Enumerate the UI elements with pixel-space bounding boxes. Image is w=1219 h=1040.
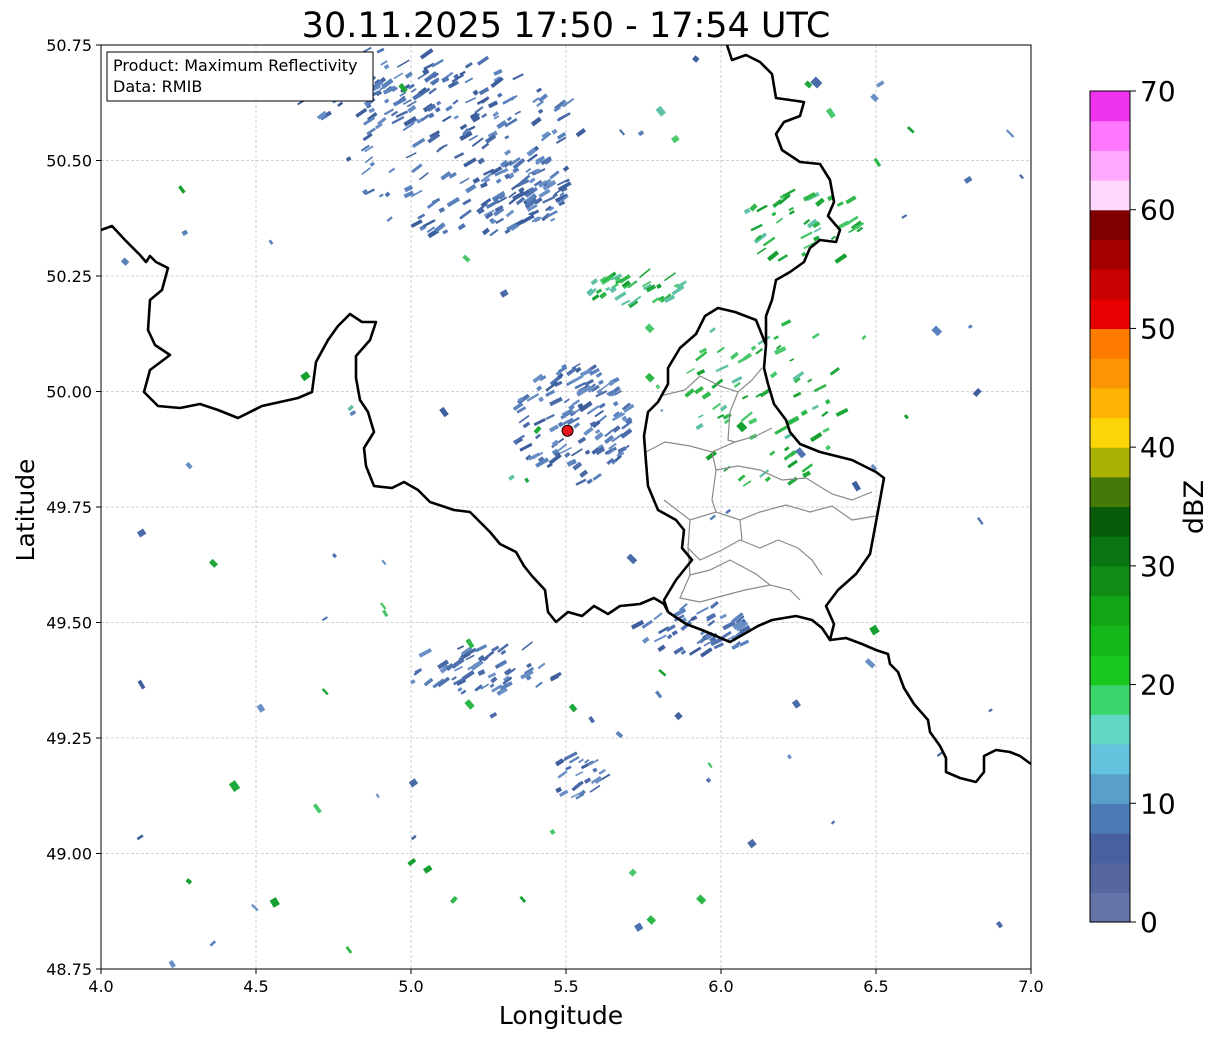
radar-site-marker bbox=[561, 424, 574, 437]
colorbar-tick-label: 30 bbox=[1140, 550, 1176, 583]
colorbar-label: dBZ bbox=[1179, 480, 1210, 534]
colorbar-segment bbox=[1090, 447, 1130, 478]
colorbar-segment bbox=[1090, 654, 1130, 686]
info-box: Product: Maximum Reflectivity Data: RMIB bbox=[106, 51, 374, 102]
colorbar-tick-label: 40 bbox=[1140, 431, 1176, 464]
colorbar-segment bbox=[1090, 358, 1130, 389]
colorbar-segment bbox=[1090, 150, 1130, 181]
y-tick-label: 50.00 bbox=[46, 383, 92, 402]
colorbar-segment bbox=[1090, 803, 1130, 834]
x-tick-label: 5.5 bbox=[553, 977, 578, 996]
colorbar-segment bbox=[1090, 269, 1130, 300]
x-tick-label: 4.5 bbox=[243, 977, 268, 996]
y-axis-ticks: 48.75 49.00 49.25 49.50 49.75 50.00 50.25 50.50… bbox=[46, 36, 101, 979]
x-tick-label: 7.0 bbox=[1018, 977, 1043, 996]
y-tick-label: 48.75 bbox=[46, 960, 92, 979]
info-product-text: Product: Maximum Reflectivity bbox=[113, 56, 357, 75]
y-tick-label: 50.75 bbox=[46, 36, 92, 55]
info-data-text: Data: RMIB bbox=[113, 77, 202, 96]
colorbar-segment bbox=[1090, 625, 1130, 656]
colorbar-segment bbox=[1090, 91, 1130, 122]
colorbar-segment bbox=[1090, 536, 1130, 567]
map-title: 30.11.2025 17:50 - 17:54 UTC bbox=[302, 6, 831, 46]
colorbar-segment bbox=[1090, 773, 1130, 804]
colorbar-segments bbox=[1090, 91, 1130, 923]
x-axis-ticks: 4.0 4.5 5.0 5.5 6.0 6.5 7.0 bbox=[88, 969, 1044, 996]
y-tick-label: 49.25 bbox=[46, 729, 92, 748]
colorbar-segment bbox=[1090, 180, 1130, 211]
colorbar-segment bbox=[1090, 832, 1130, 864]
x-tick-label: 6.5 bbox=[863, 977, 888, 996]
colorbar-segment bbox=[1090, 892, 1130, 923]
x-axis-label: Longitude bbox=[499, 1001, 623, 1030]
colorbar-ticks: 0 10 20 30 40 50 60 70 bbox=[1130, 75, 1176, 939]
x-tick-label: 4.0 bbox=[88, 977, 113, 996]
colorbar-segment bbox=[1090, 862, 1130, 893]
colorbar-segment bbox=[1090, 120, 1130, 151]
y-axis-label: Latitude bbox=[11, 459, 40, 562]
colorbar-tick-label: 0 bbox=[1140, 906, 1158, 939]
colorbar-segment bbox=[1090, 298, 1130, 330]
radar-map-figure: 30.11.2025 17:50 - 17:54 UTC Product: Ma… bbox=[11, 6, 1210, 1030]
colorbar-tick-label: 60 bbox=[1140, 194, 1176, 227]
y-tick-label: 49.50 bbox=[46, 614, 92, 633]
colorbar-segment bbox=[1090, 328, 1130, 359]
map-plot-area: Product: Maximum Reflectivity Data: RMIB bbox=[100, 44, 1032, 970]
x-tick-label: 5.0 bbox=[398, 977, 423, 996]
colorbar-segment bbox=[1090, 476, 1130, 508]
colorbar-tick-label: 50 bbox=[1140, 312, 1176, 345]
colorbar-segment bbox=[1090, 743, 1130, 775]
colorbar-segment bbox=[1090, 565, 1130, 597]
y-tick-label: 50.25 bbox=[46, 267, 92, 286]
colorbar-segment bbox=[1090, 387, 1130, 419]
colorbar-segment bbox=[1090, 506, 1130, 537]
colorbar-segment bbox=[1090, 714, 1130, 745]
colorbar-segment bbox=[1090, 684, 1130, 715]
y-tick-label: 50.50 bbox=[46, 152, 92, 171]
x-tick-label: 6.0 bbox=[708, 977, 733, 996]
colorbar-tick-label: 10 bbox=[1140, 787, 1176, 820]
colorbar-segment bbox=[1090, 595, 1130, 626]
colorbar-segment bbox=[1090, 209, 1130, 240]
y-tick-label: 49.75 bbox=[46, 498, 92, 517]
colorbar: 0 10 20 30 40 50 60 70 dBZ bbox=[1089, 75, 1210, 939]
colorbar-segment bbox=[1090, 239, 1130, 270]
y-tick-label: 49.00 bbox=[46, 845, 92, 864]
colorbar-tick-label: 20 bbox=[1140, 669, 1176, 702]
colorbar-segment bbox=[1090, 417, 1130, 448]
colorbar-tick-label: 70 bbox=[1140, 75, 1176, 108]
